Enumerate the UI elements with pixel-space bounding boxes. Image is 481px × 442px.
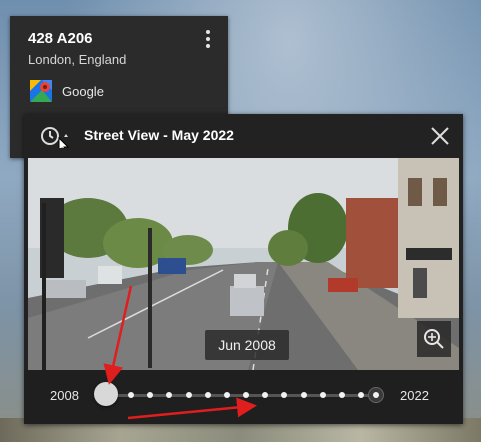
google-maps-icon (30, 80, 52, 102)
timeline-dot[interactable] (166, 392, 173, 398)
zoom-in-icon (424, 329, 444, 349)
zoom-in-button[interactable] (417, 321, 451, 357)
timeline-bar: 2008 2022 (24, 370, 463, 424)
timeline-dot[interactable] (243, 392, 249, 398)
timeline-dot[interactable] (223, 392, 230, 398)
street-view-title: Street View - May 2022 (84, 127, 234, 143)
timeline-dot[interactable] (147, 392, 154, 398)
street-view-image[interactable]: Jun 2008 (28, 158, 459, 370)
provider-name: Google (62, 83, 104, 99)
time-history-button[interactable] (38, 124, 72, 154)
timeline-latest-dot[interactable] (368, 387, 384, 403)
close-icon (431, 127, 449, 145)
timeline-dot[interactable] (204, 392, 211, 398)
timeline-dot[interactable] (358, 392, 364, 398)
timeline-dot[interactable] (262, 392, 269, 398)
provider-link[interactable]: Google (30, 80, 104, 102)
timeline-dot[interactable] (338, 392, 345, 398)
more-options-icon[interactable] (202, 30, 214, 52)
timeline-dot[interactable] (319, 392, 326, 398)
timeline-start-label: 2008 (50, 388, 79, 403)
place-title: 428 A206 (28, 30, 93, 47)
timeline-dot[interactable] (300, 392, 307, 398)
timeline-slider-handle[interactable] (94, 382, 118, 406)
timeline-dot[interactable] (185, 392, 192, 398)
street-view-panel: Street View - May 2022 Jun 2008 2008 202… (24, 114, 463, 424)
timeline-dot[interactable] (281, 392, 288, 398)
date-chip: Jun 2008 (205, 330, 289, 360)
timeline-dot[interactable] (128, 392, 134, 398)
timeline-end-label: 2022 (400, 388, 429, 403)
time-history-icon (41, 127, 70, 154)
close-button[interactable] (429, 125, 451, 147)
street-view-header: Street View - May 2022 (24, 114, 463, 158)
place-subtitle: London, England (28, 52, 127, 67)
